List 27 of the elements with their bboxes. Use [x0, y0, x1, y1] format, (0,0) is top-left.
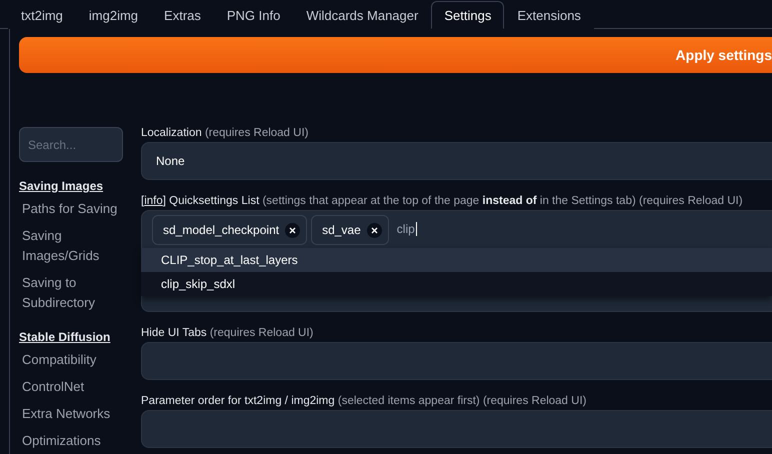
- close-icon[interactable]: [285, 222, 300, 238]
- sidebar-item[interactable]: Compatibility: [19, 350, 123, 370]
- setting-label: Hide UI Tabs (requires Reload UI): [141, 327, 314, 339]
- multiselect-field[interactable]: [141, 342, 772, 380]
- multiselect-field[interactable]: [141, 410, 772, 448]
- sidebar-item[interactable]: Optimizations: [19, 431, 123, 451]
- dropdown[interactable]: None: [141, 142, 772, 180]
- setting-label: [info] Quicksettings List (settings that appear at the top of the page instead of in the Settings tab) (requires Reload UI): [141, 195, 744, 207]
- search-field[interactable]: Search...: [19, 127, 123, 162]
- sidebar-item[interactable]: ControlNet: [19, 377, 123, 397]
- sidebar-item[interactable]: Extra Networks: [19, 404, 123, 424]
- dropdown-option[interactable]: CLIP_stop_at_last_layers: [141, 248, 772, 272]
- sidebar-item[interactable]: Saving Images/Grids: [19, 226, 123, 266]
- setting-label: Parameter order for txt2img / img2img (selected items appear first) (requires Reload UI): [141, 395, 588, 407]
- close-icon[interactable]: [366, 222, 382, 238]
- dropdown-option[interactable]: clip_skip_sdxl: [141, 272, 772, 296]
- tag-chip[interactable]: sd_vae: [311, 215, 389, 245]
- sidebar-heading[interactable]: Saving Images: [19, 179, 123, 193]
- sidebar-item[interactable]: Saving to Subdirectory: [19, 273, 123, 313]
- typed-text: clip: [396, 222, 417, 236]
- sidebar-item[interactable]: Paths for Saving: [19, 199, 123, 219]
- tag-chip[interactable]: sd_model_checkpoint: [152, 215, 308, 245]
- multiselect-field[interactable]: sd_model_checkpoint sd_vae clip CLIP_stop_at_last_layers clip_skip_sdxl: [141, 210, 772, 312]
- setting-label: Localization (requires Reload UI): [141, 127, 310, 139]
- sidebar-heading[interactable]: Stable Diffusion: [19, 330, 123, 344]
- tab[interactable]: Settings: [431, 1, 504, 29]
- info-link[interactable]: info: [144, 195, 163, 207]
